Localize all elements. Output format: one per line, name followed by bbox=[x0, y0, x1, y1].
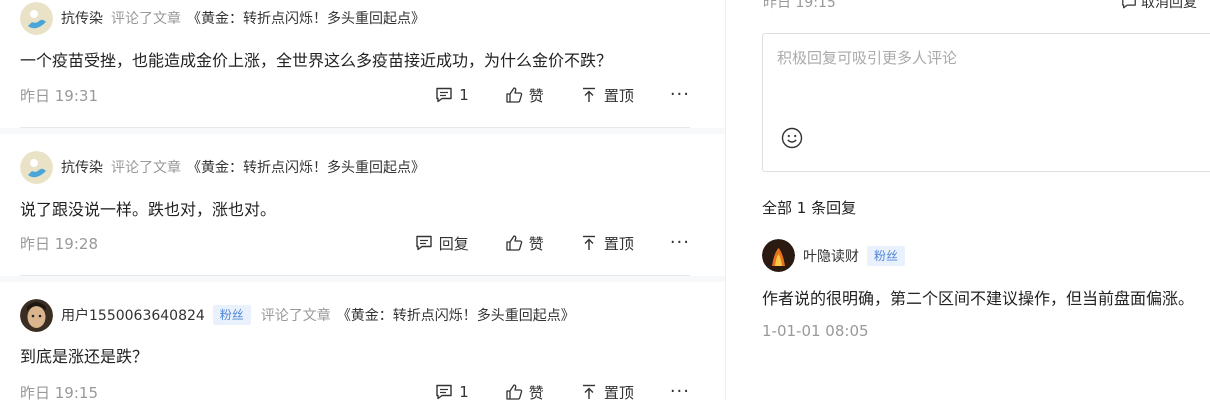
comment-text: 一个疫苗受挫，也能造成金价上涨，全世界这么多疫苗接近成功，为什么金价不跌？ bbox=[20, 51, 613, 70]
cancel-reply-label: 取消回复 bbox=[1141, 0, 1197, 11]
reply-count-button[interactable]: 1 bbox=[435, 383, 469, 401]
comment-header: 抗传染 评论了文章 《黄金：转折点闪烁！多头重回起点》 bbox=[20, 150, 425, 184]
pin-top-icon bbox=[582, 384, 595, 399]
fan-badge: 粉丝 bbox=[212, 305, 251, 325]
reply-placeholder: 积极回复可吸引更多人评论 bbox=[777, 49, 958, 67]
comment-item: 抗传染 评论了文章 《黄金：转折点闪烁！多头重回起点》 说了跟没说一样。跌也对，… bbox=[0, 134, 725, 276]
article-title-link[interactable]: 《黄金：转折点闪烁！多头重回起点》 bbox=[337, 305, 575, 325]
comment-action-text: 评论了文章 bbox=[111, 160, 181, 176]
parent-comment-time: 昨日 19:15 bbox=[763, 0, 836, 11]
comment-time: 昨日 19:15 bbox=[20, 383, 98, 402]
article-title-link[interactable]: 《黄金：转折点闪烁！多头重回起点》 bbox=[187, 157, 425, 177]
reply-label: 回复 bbox=[438, 234, 469, 253]
comment-item: 抗传染 评论了文章 《黄金：转折点闪烁！多头重回起点》 一个疫苗受挫，也能造成金… bbox=[0, 0, 725, 128]
more-options-button[interactable]: ··· bbox=[670, 86, 690, 104]
reply-header: 叶隐读财 粉丝 bbox=[762, 239, 915, 272]
comment-text: 说了跟没说一样。跌也对，涨也对。 bbox=[20, 200, 277, 219]
comment-item: 用户1550063640824 粉丝 评论了文章 《黄金：转折点闪烁！多头重回起… bbox=[0, 282, 725, 403]
article-title-link[interactable]: 《黄金：转折点闪烁！多头重回起点》 bbox=[187, 8, 425, 28]
fan-badge: 粉丝 bbox=[867, 245, 906, 266]
reply-count: 1 bbox=[459, 86, 469, 104]
like-label: 赞 bbox=[528, 86, 544, 105]
thumbs-up-icon bbox=[506, 384, 523, 400]
avatar[interactable] bbox=[20, 150, 53, 184]
username[interactable]: 用户1550063640824 bbox=[61, 305, 205, 325]
reply-button[interactable]: 回复 bbox=[415, 233, 469, 254]
reply-input[interactable]: 积极回复可吸引更多人评论 bbox=[762, 33, 1210, 172]
reply-count-label: 全部 1 条回复 bbox=[762, 199, 857, 217]
comment-icon bbox=[436, 87, 452, 103]
username[interactable]: 抗传染 bbox=[61, 157, 103, 177]
pin-label: 置顶 bbox=[603, 234, 634, 253]
reply-panel: 昨日 19:15 取消回复 积极回复可吸引更多人评论 全部 1 条回复 叶隐读财… bbox=[726, 0, 1210, 400]
reply-text: 作者说的很明确，第二个区间不建议操作，但当前盘面偏涨。 bbox=[762, 289, 1195, 308]
pin-button[interactable]: 置顶 bbox=[580, 382, 634, 403]
thumbs-up-icon bbox=[506, 235, 523, 251]
comment-action-text: 评论了文章 bbox=[260, 308, 331, 324]
emoji-button[interactable] bbox=[781, 127, 803, 153]
comment-icon bbox=[1122, 0, 1136, 9]
reply-username[interactable]: 叶隐读财 bbox=[803, 246, 859, 266]
pin-button[interactable]: 置顶 bbox=[580, 85, 634, 106]
comment-text: 到底是涨还是跌？ bbox=[20, 347, 149, 366]
comment-time: 昨日 19:28 bbox=[20, 234, 98, 253]
comment-header: 用户1550063640824 粉丝 评论了文章 《黄金：转折点闪烁！多头重回起… bbox=[20, 298, 575, 332]
more-options-button[interactable]: ··· bbox=[670, 383, 690, 401]
pin-button[interactable]: 置顶 bbox=[580, 233, 634, 254]
comment-icon bbox=[416, 235, 432, 251]
avatar[interactable] bbox=[20, 1, 53, 35]
like-label: 赞 bbox=[528, 383, 544, 402]
comment-meta: 昨日 19:28 回复 赞 置顶 ··· bbox=[20, 232, 690, 254]
more-options-button[interactable]: ··· bbox=[670, 234, 690, 252]
comment-meta: 昨日 19:31 1 赞 置顶 ··· bbox=[20, 84, 690, 106]
comment-time: 昨日 19:31 bbox=[20, 86, 98, 105]
pin-top-icon bbox=[582, 235, 595, 250]
like-button[interactable]: 赞 bbox=[505, 85, 544, 106]
like-label: 赞 bbox=[528, 234, 544, 253]
like-button[interactable]: 赞 bbox=[505, 382, 544, 403]
pin-label: 置顶 bbox=[603, 383, 634, 402]
avatar[interactable] bbox=[20, 298, 53, 332]
comment-list: 抗传染 评论了文章 《黄金：转折点闪烁！多头重回起点》 一个疫苗受挫，也能造成金… bbox=[0, 0, 725, 403]
divider bbox=[20, 275, 690, 276]
smiley-icon bbox=[781, 127, 803, 149]
avatar[interactable] bbox=[762, 239, 795, 272]
reply-count: 1 bbox=[459, 383, 469, 401]
pin-label: 置顶 bbox=[603, 86, 634, 105]
divider bbox=[20, 127, 690, 128]
comment-icon bbox=[436, 384, 452, 400]
comment-header: 抗传染 评论了文章 《黄金：转折点闪烁！多头重回起点》 bbox=[20, 1, 425, 35]
username[interactable]: 抗传染 bbox=[61, 8, 103, 28]
pin-top-icon bbox=[582, 87, 595, 102]
thumbs-up-icon bbox=[506, 87, 523, 103]
reply-count-button[interactable]: 1 bbox=[435, 86, 469, 104]
cancel-reply-button[interactable]: 取消回复 bbox=[1121, 0, 1197, 12]
like-button[interactable]: 赞 bbox=[505, 233, 544, 254]
comment-action-text: 评论了文章 bbox=[111, 11, 181, 27]
reply-time: 1-01-01 08:05 bbox=[762, 322, 869, 340]
